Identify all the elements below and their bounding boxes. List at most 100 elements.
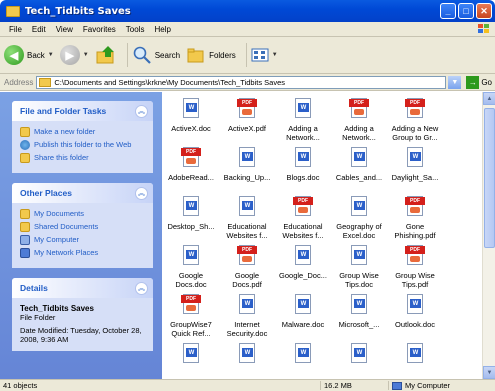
details-modified: Date Modified: Tuesday, October 28, 2008… [20, 326, 142, 344]
shared-documents-icon [20, 222, 30, 232]
forward-button[interactable]: ▶ ▼ [59, 45, 89, 65]
back-label: Back [27, 50, 45, 60]
file-item[interactable]: W Google_Doc... [276, 245, 330, 294]
word-document-icon: W [181, 98, 201, 122]
collapse-chevron-icon[interactable]: ︽ [135, 186, 148, 200]
vertical-scrollbar[interactable]: ▲ ▼ [482, 92, 495, 379]
chevron-down-icon[interactable]: ▼ [272, 52, 278, 58]
file-item[interactable]: PDF GroupWise7 Quick Ref... [164, 294, 218, 343]
file-item[interactable]: W Backing_Up... [220, 147, 274, 196]
word-document-icon: W [293, 294, 313, 318]
pdf-file-icon: PDF [405, 196, 425, 220]
file-item[interactable]: W Internet Security.doc [220, 294, 274, 343]
search-button[interactable]: Search [132, 45, 180, 65]
make-new-folder-link[interactable]: Make a new folder [20, 127, 147, 137]
scroll-up-button[interactable]: ▲ [483, 92, 495, 105]
up-folder-button[interactable] [95, 44, 117, 66]
file-item[interactable]: W Daylight_Sa... [388, 147, 442, 196]
menu-file[interactable]: File [4, 25, 27, 34]
go-button[interactable]: → Go [466, 75, 492, 89]
panel-header[interactable]: File and Folder Tasks ︽ [12, 101, 153, 121]
menu-help[interactable]: Help [149, 25, 175, 34]
file-item[interactable]: W Educational Websites f... [220, 196, 274, 245]
windows-flag-icon [478, 24, 489, 33]
menu-tools[interactable]: Tools [121, 25, 150, 34]
file-item[interactable]: PDF Adding a Network... [332, 98, 386, 147]
file-item[interactable]: W Malware.doc [276, 294, 330, 343]
back-button[interactable]: ◀ Back ▼ [4, 45, 54, 65]
go-label: Go [481, 77, 492, 87]
shared-documents-link[interactable]: Shared Documents [20, 222, 147, 232]
address-input[interactable]: C:\Documents and Settings\krkne\My Docum… [36, 75, 447, 89]
share-folder-link[interactable]: Share this folder [20, 153, 147, 163]
toolbar-divider [245, 43, 247, 67]
chevron-down-icon[interactable]: ▼ [83, 52, 89, 58]
file-item[interactable]: PDF Educational Websites f... [276, 196, 330, 245]
folders-label: Folders [209, 50, 236, 60]
pdf-file-icon: PDF [405, 98, 425, 122]
folders-button[interactable]: Folders [186, 45, 236, 65]
chevron-down-icon[interactable]: ▼ [48, 52, 54, 58]
word-document-icon: W [181, 245, 201, 269]
my-network-places-link[interactable]: My Network Places [20, 248, 147, 258]
file-item[interactable]: PDF Group Wise Tips.pdf [388, 245, 442, 294]
file-item[interactable]: PDF AdobeRead... [164, 147, 218, 196]
file-item[interactable]: PDF Gone Phishing.pdf [388, 196, 442, 245]
total-size: 16.2 MB [320, 381, 388, 390]
views-button[interactable]: ▼ [251, 47, 278, 63]
maximize-button[interactable]: □ [458, 3, 474, 19]
address-dropdown-button[interactable]: ▼ [448, 75, 462, 89]
address-bar: Address C:\Documents and Settings\krkne\… [0, 74, 495, 91]
menu-edit[interactable]: Edit [27, 25, 51, 34]
close-button[interactable]: ✕ [476, 3, 492, 19]
panel-header[interactable]: Details ︽ [12, 278, 153, 298]
file-item[interactable]: W Outlook.doc [388, 294, 442, 343]
collapse-chevron-icon[interactable]: ︽ [135, 281, 148, 295]
place-label: Shared Documents [34, 222, 99, 231]
task-pane: File and Folder Tasks ︽ Make a new folde… [0, 92, 162, 379]
file-name: Google Docs.doc [175, 271, 207, 289]
file-item[interactable]: PDF Adding a New Group to Gr... [388, 98, 442, 147]
file-item[interactable]: W Blogs.doc [276, 147, 330, 196]
forward-arrow-icon: ▶ [59, 45, 80, 65]
word-document-icon: W [349, 147, 369, 171]
file-name: Google Docs.pdf [232, 271, 262, 289]
file-item[interactable]: W [164, 343, 218, 379]
publish-to-web-link[interactable]: Publish this folder to the Web [20, 140, 147, 150]
scroll-thumb[interactable] [484, 108, 495, 248]
file-item[interactable]: W Microsoft_... [332, 294, 386, 343]
file-item[interactable]: W ActiveX.doc [164, 98, 218, 147]
folder-icon [39, 77, 52, 87]
file-item[interactable]: W Desktop_Sh... [164, 196, 218, 245]
word-document-icon: W [293, 343, 313, 367]
panel-header[interactable]: Other Places ︽ [12, 183, 153, 203]
title-bar[interactable]: Tech_Tidbits Saves _ □ ✕ [0, 0, 495, 22]
file-name: Malware.doc [281, 320, 325, 329]
word-document-icon: W [237, 343, 257, 367]
file-item[interactable]: PDF ActiveX.pdf [220, 98, 274, 147]
search-icon [133, 46, 151, 64]
go-arrow-icon: → [466, 75, 480, 89]
file-item[interactable]: W Google Docs.doc [164, 245, 218, 294]
file-item[interactable]: W Cables_and... [332, 147, 386, 196]
minimize-button[interactable]: _ [440, 3, 456, 19]
file-item[interactable]: W [276, 343, 330, 379]
file-item[interactable]: W [332, 343, 386, 379]
collapse-chevron-icon[interactable]: ︽ [135, 104, 148, 118]
my-documents-link[interactable]: My Documents [20, 209, 147, 219]
file-name: Adding a Network... [286, 124, 320, 142]
file-item[interactable]: W [388, 343, 442, 379]
toolbar-divider [126, 43, 128, 67]
file-list-area[interactable]: W ActiveX.doc PDF ActiveX.pdf W Adding a Netw… [162, 92, 495, 379]
file-name: Adding a New Group to Gr... [391, 124, 439, 142]
file-name: Educational Websites f... [226, 222, 268, 240]
menu-view[interactable]: View [51, 25, 78, 34]
my-computer-link[interactable]: My Computer [20, 235, 147, 245]
file-item[interactable]: W [220, 343, 274, 379]
scroll-down-button[interactable]: ▼ [483, 366, 495, 379]
file-item[interactable]: W Group Wise Tips.doc [332, 245, 386, 294]
file-item[interactable]: W Adding a Network... [276, 98, 330, 147]
file-item[interactable]: W Geography of Excel.doc [332, 196, 386, 245]
menu-favorites[interactable]: Favorites [78, 25, 121, 34]
file-item[interactable]: PDF Google Docs.pdf [220, 245, 274, 294]
